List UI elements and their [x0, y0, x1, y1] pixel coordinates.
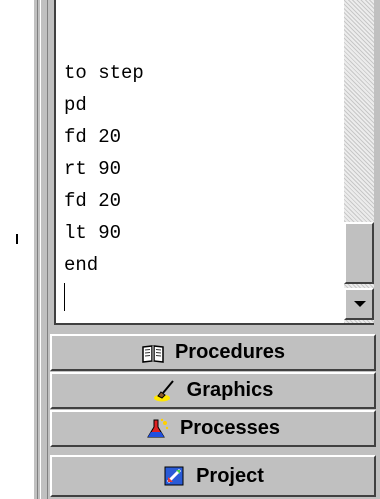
frame-line [40, 0, 41, 499]
text-caret [64, 283, 65, 311]
code-line: rt 90 [64, 158, 122, 180]
tab-label: Processes [179, 417, 281, 439]
code-editor[interactable]: to step pd fd 20 rt 90 fd 20 lt 90 end [54, 0, 374, 325]
tab-processes[interactable]: Processes [50, 410, 376, 447]
flask-icon [146, 417, 170, 441]
code-line: fd 20 [64, 126, 122, 148]
tab-project[interactable]: Project [50, 455, 376, 497]
code-line: lt 90 [64, 222, 122, 244]
code-line: to step [64, 62, 144, 84]
code-line: end [64, 254, 99, 276]
paint-brush-icon [153, 379, 177, 403]
code-line: pd [64, 94, 87, 116]
tab-label: Procedures [174, 341, 286, 363]
tab-procedures[interactable]: Procedures [50, 334, 376, 371]
scroll-down-button[interactable] [344, 288, 374, 320]
open-book-icon [141, 341, 165, 365]
divider-tick [16, 234, 18, 244]
vertical-scrollbar[interactable] [344, 0, 374, 323]
code-text-area[interactable]: to step pd fd 20 rt 90 fd 20 lt 90 end [58, 0, 342, 323]
left-pane-edge [0, 0, 34, 499]
frame-line [47, 0, 48, 499]
tab-graphics[interactable]: Graphics [50, 372, 376, 409]
code-line: fd 20 [64, 190, 122, 212]
scrollbar-thumb[interactable] [344, 222, 374, 284]
frame-line [37, 0, 38, 499]
project-file-icon [162, 464, 186, 488]
tab-label: Project [196, 464, 264, 487]
tab-label: Graphics [186, 379, 274, 401]
